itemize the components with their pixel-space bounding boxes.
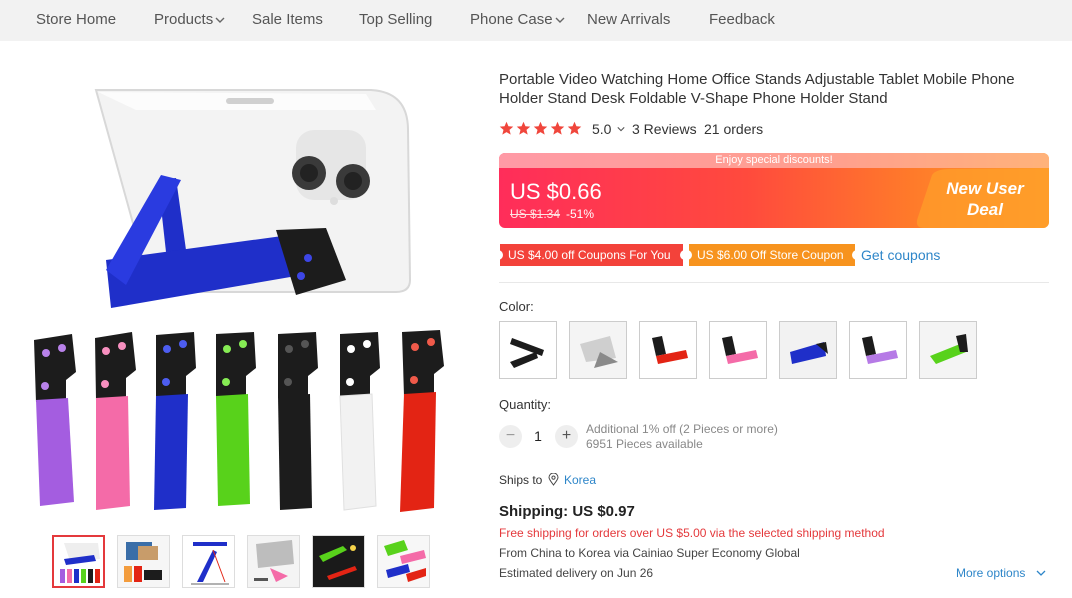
stock-available-note: 6951 Pieces available (586, 437, 703, 451)
green-stand-illustration (216, 332, 256, 506)
nav-products[interactable]: Products (154, 11, 225, 28)
current-price: US $0.66 (510, 179, 602, 204)
white-stand-illustration (339, 332, 380, 511)
color-swatch-list (499, 321, 989, 379)
rating-value[interactable]: 5.0 (592, 121, 611, 137)
nav-label: New Arrivals (587, 11, 671, 28)
banner-top-text: Enjoy special discounts! (715, 154, 833, 166)
black-stand-illustration (278, 332, 318, 510)
star-filled-icon (567, 121, 582, 135)
thumbnail-strip (52, 535, 442, 589)
chevron-down-icon (555, 17, 565, 23)
chevron-down-icon[interactable] (617, 125, 625, 133)
chevron-down-icon[interactable] (1036, 569, 1046, 577)
swatch-white[interactable] (569, 321, 627, 379)
nav-new-arrivals[interactable]: New Arrivals (587, 11, 670, 28)
get-coupons-link[interactable]: Get coupons (861, 247, 940, 263)
location-pin-icon (548, 473, 559, 486)
product-main-image[interactable] (26, 70, 458, 518)
nav-store-home[interactable]: Store Home (36, 11, 116, 28)
ships-to-label: Ships to (499, 473, 543, 487)
orders-count: 21 orders (704, 121, 764, 137)
nav-label: Feedback (709, 11, 775, 28)
quantity-increase-button[interactable]: + (555, 425, 578, 448)
nav-phone-case[interactable]: Phone Case (470, 11, 565, 28)
thumbnail-3[interactable] (182, 535, 235, 588)
purple-stand-illustration (34, 334, 76, 506)
black-stand-swatch-icon (510, 338, 544, 368)
coupon-for-you[interactable]: US $4.00 off Coupons For You (497, 244, 686, 266)
star-filled-icon (550, 121, 565, 135)
thumbnail-4[interactable] (247, 535, 300, 588)
star-filled-icon (516, 121, 531, 135)
blue-small-stand-illustration (154, 332, 196, 510)
nav-label: Sale Items (252, 11, 323, 28)
nav-label: Products (154, 11, 214, 28)
thumbnail-6[interactable] (377, 535, 430, 588)
product-title: Portable Video Watching Home Office Stan… (499, 71, 1015, 107)
shipping-route: From China to Korea via Cainiao Super Ec… (499, 546, 800, 560)
nav-label: Top Selling (359, 11, 433, 28)
swatch-blue[interactable] (779, 321, 837, 379)
color-label: Color: (499, 299, 534, 314)
banner-top-strip: Enjoy special discounts! (499, 153, 1049, 168)
deal-line-2: Deal (967, 200, 1003, 219)
stand-dark-thumbnail-icon (313, 536, 364, 587)
swatch-pink[interactable] (709, 321, 767, 379)
swatch-purple[interactable] (849, 321, 907, 379)
thumbnail-1[interactable] (52, 535, 105, 588)
bulk-discount-note: Additional 1% off (2 Pieces or more) (586, 422, 778, 436)
shipping-price: Shipping: US $0.97 (499, 503, 635, 520)
store-nav-bar: Store Home Products Sale Items Top Selli… (0, 0, 1072, 41)
quantity-decrease-button[interactable]: − (499, 425, 522, 448)
pink-stand-swatch-icon (722, 336, 758, 364)
blue-stand-swatch-icon (780, 322, 836, 378)
pink-stand-illustration (95, 332, 136, 510)
ship-country-selector[interactable]: Korea (564, 473, 596, 487)
color-stands-row (34, 330, 444, 512)
green-stand-swatch-icon (920, 322, 976, 378)
purple-stand-swatch-icon (862, 336, 898, 364)
swatch-red[interactable] (639, 321, 697, 379)
nav-label: Store Home (36, 11, 117, 28)
star-filled-icon (533, 121, 548, 135)
free-shipping-note: Free shipping for orders over US $5.00 v… (499, 526, 885, 540)
white-stand-swatch-icon (570, 322, 626, 378)
more-shipping-options-link[interactable]: More options (956, 566, 1025, 580)
section-divider (499, 282, 1049, 283)
price-banner: Enjoy special discounts! US $0.66 US $1.… (499, 153, 1049, 228)
chevron-down-icon (215, 17, 225, 23)
red-stand-illustration (400, 330, 444, 512)
deal-line-1: New User (946, 179, 1024, 198)
nav-sale-items[interactable]: Sale Items (252, 11, 323, 28)
new-user-deal-label: New User Deal (929, 178, 1041, 220)
store-coupon[interactable]: US $6.00 Off Store Coupon (686, 244, 858, 266)
reviews-link[interactable]: 3 Reviews (632, 121, 697, 137)
red-stand-swatch-icon (652, 336, 688, 364)
nav-top-selling[interactable]: Top Selling (359, 11, 432, 28)
nav-feedback[interactable]: Feedback (709, 11, 775, 28)
swatch-black[interactable] (499, 321, 557, 379)
stand-lifestyle-thumbnail-icon (118, 536, 169, 587)
stand-family-thumbnail-icon (54, 537, 103, 586)
stand-assorted-thumbnail-icon (378, 536, 429, 587)
thumbnail-2[interactable] (117, 535, 170, 588)
quantity-value[interactable]: 1 (531, 428, 545, 444)
nav-label: Phone Case (470, 11, 553, 28)
stand-dimensions-thumbnail-icon (183, 536, 234, 587)
quantity-label: Quantity: (499, 397, 552, 412)
estimated-delivery: Estimated delivery on Jun 26 (499, 566, 654, 580)
stand-tablet-thumbnail-icon (248, 536, 299, 587)
discount-percent: -51% (566, 207, 595, 221)
swatch-green[interactable] (919, 321, 977, 379)
thumbnail-5[interactable] (312, 535, 365, 588)
star-filled-icon (499, 121, 514, 135)
original-price: US $1.34 (510, 207, 561, 221)
